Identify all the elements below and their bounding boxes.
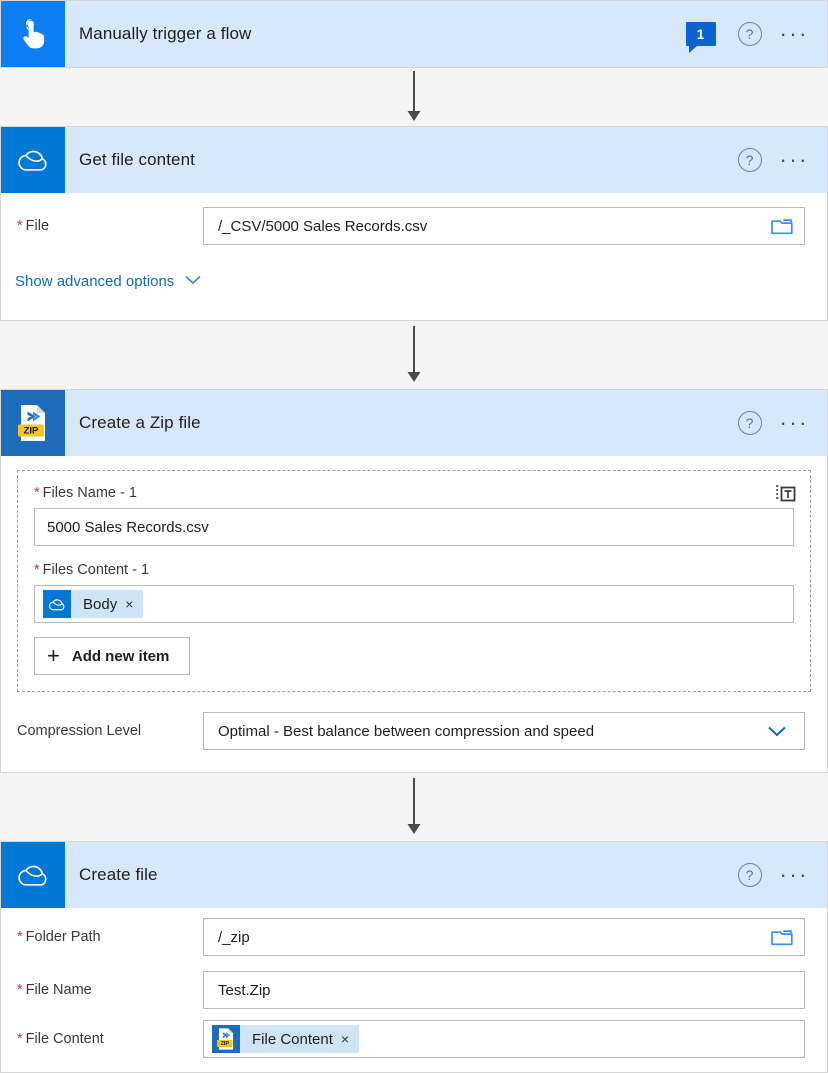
svg-text:ZIP: ZIP [220, 1041, 229, 1047]
field-row-file: * File /_CSV/5000 Sales Records.csv [1, 193, 827, 259]
field-value: Test.Zip [218, 981, 271, 999]
flow-step-create-a-zip-file[interactable]: ZIP Create a Zip file ? ··· * Files Name… [0, 389, 828, 773]
show-advanced-options-label: Show advanced options [15, 273, 175, 290]
required-marker: * [17, 929, 23, 945]
folder-path-input[interactable]: /_zip [203, 918, 805, 956]
svg-text:ZIP: ZIP [24, 426, 39, 437]
step-body: * Files Name - 1 5000 Sales Records.csv *… [1, 470, 827, 772]
step-title: Create a Zip file [79, 413, 201, 432]
remove-token-icon[interactable]: × [123, 597, 143, 611]
token-label: File Content [252, 1030, 333, 1048]
array-item-files-name: * Files Name - 1 5000 Sales Records.csv [34, 485, 794, 546]
chevron-down-icon[interactable] [764, 723, 794, 739]
step-header[interactable]: ZIP Create a Zip file ? ··· [1, 390, 827, 456]
array-items-group: * Files Name - 1 5000 Sales Records.csv *… [17, 470, 811, 692]
onedrive-cloud-icon [1, 842, 65, 908]
help-icon[interactable]: ? [737, 411, 762, 435]
field-row-folder-path: * Folder Path /_zip [1, 908, 827, 966]
array-item-files-content: * Files Content - 1 Body × + Add new ite… [34, 562, 794, 675]
more-menu-icon[interactable]: ··· [780, 149, 809, 171]
step-title: Create file [79, 865, 158, 884]
step-body: * File /_CSV/5000 Sales Records.csv Show … [1, 193, 827, 320]
field-label: * Files Content - 1 [34, 562, 150, 578]
switch-to-text-mode-icon[interactable] [772, 481, 798, 507]
add-new-item-button[interactable]: + Add new item [34, 637, 191, 675]
required-marker: * [34, 562, 40, 578]
field-value: Optimal - Best balance between compressi… [218, 722, 595, 740]
required-marker: * [17, 218, 23, 234]
required-marker: * [34, 485, 40, 501]
field-label: * File [17, 218, 50, 234]
more-menu-icon[interactable]: ··· [780, 412, 809, 434]
field-label: * Files Name - 1 [34, 485, 137, 501]
dynamic-content-token[interactable]: ZIP File Content × [212, 1025, 360, 1053]
hand-tap-icon [1, 1, 65, 67]
step-header[interactable]: Create file ? ··· [1, 842, 827, 908]
body-spacer [1, 1064, 827, 1072]
more-menu-icon[interactable]: ··· [780, 23, 809, 45]
add-new-item-label: Add new item [71, 647, 170, 665]
step-header[interactable]: Get file content ? ··· [1, 127, 827, 193]
field-value: /_CSV/5000 Sales Records.csv [218, 217, 428, 235]
step-header-actions: ? ··· [737, 148, 827, 172]
connector-arrow [0, 773, 828, 841]
help-icon[interactable]: ? [737, 863, 762, 887]
show-advanced-options[interactable]: Show advanced options [1, 259, 827, 308]
step-header-actions: 1 ? ··· [685, 22, 827, 53]
file-input[interactable]: /_CSV/5000 Sales Records.csv [203, 207, 805, 245]
zip-file-icon: ZIP [1, 390, 65, 456]
field-value: 5000 Sales Records.csv [47, 518, 209, 536]
flow-canvas: Manually trigger a flow 1 ? ··· Get file… [0, 0, 828, 1073]
flow-step-create-file[interactable]: Create file ? ··· * Folder Path /_zip * … [0, 841, 828, 1073]
field-row-file-name: * File Name Test.Zip [1, 966, 827, 1014]
folder-picker-icon[interactable] [770, 927, 794, 947]
body-spacer [1, 308, 827, 320]
field-row-file-content: * File Content ZIP File Content × [1, 1014, 827, 1064]
remove-token-icon[interactable]: × [339, 1032, 359, 1046]
field-row-compression-level: Compression Level Optimal - Best balance… [1, 702, 827, 760]
flow-step-get-file-content[interactable]: Get file content ? ··· * File /_CSV/5000 … [0, 126, 828, 321]
step-header-actions: ? ··· [737, 411, 827, 435]
files-content-input[interactable]: Body × [34, 585, 794, 623]
onedrive-cloud-icon [1, 127, 65, 193]
chevron-down-icon [184, 273, 202, 290]
connector-arrow [0, 321, 828, 389]
zip-file-icon: ZIP [212, 1025, 240, 1053]
field-value: /_zip [218, 928, 250, 946]
step-title: Manually trigger a flow [79, 24, 252, 43]
help-icon[interactable]: ? [737, 22, 762, 46]
body-spacer [1, 760, 827, 772]
field-label: * File Name [17, 982, 92, 998]
status-badge[interactable]: 1 [685, 22, 716, 53]
field-label: * File Content [17, 1031, 104, 1047]
compression-level-select[interactable]: Optimal - Best balance between compressi… [203, 712, 805, 750]
connector-arrow [0, 68, 828, 126]
help-icon[interactable]: ? [737, 148, 762, 172]
step-title: Get file content [79, 150, 195, 169]
files-name-input[interactable]: 5000 Sales Records.csv [34, 508, 794, 546]
file-content-input[interactable]: ZIP File Content × [203, 1020, 805, 1058]
flow-step-manually-trigger-a-flow[interactable]: Manually trigger a flow 1 ? ··· [0, 0, 828, 68]
folder-picker-icon[interactable] [770, 216, 794, 236]
dynamic-content-token[interactable]: Body × [43, 590, 144, 618]
required-marker: * [17, 1031, 23, 1047]
required-marker: * [17, 982, 23, 998]
step-header[interactable]: Manually trigger a flow 1 ? ··· [1, 1, 827, 67]
step-header-actions: ? ··· [737, 863, 827, 887]
field-label: * Folder Path [17, 929, 101, 945]
token-label: Body [83, 595, 118, 613]
file-name-input[interactable]: Test.Zip [203, 971, 805, 1009]
plus-icon: + [47, 643, 60, 668]
field-label: Compression Level [17, 723, 142, 739]
more-menu-icon[interactable]: ··· [780, 864, 809, 886]
step-body: * Folder Path /_zip * File Name Test.Zip… [1, 908, 827, 1072]
onedrive-cloud-icon [43, 590, 71, 618]
